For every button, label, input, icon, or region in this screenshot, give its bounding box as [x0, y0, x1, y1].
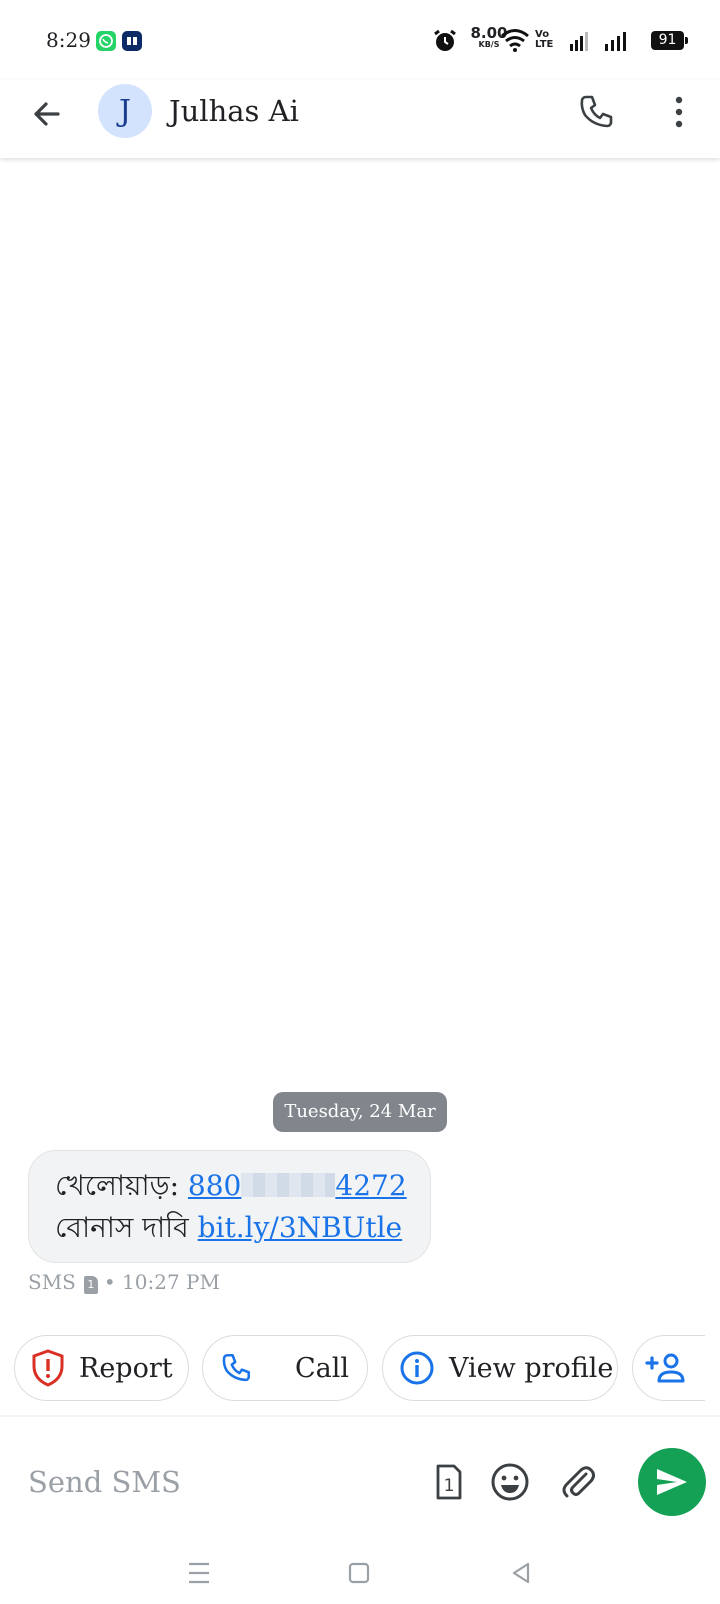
send-button[interactable] — [638, 1448, 706, 1516]
message-meta: SMS 1 • 10:27 PM — [28, 1270, 220, 1294]
message-line-2: বোনাস দাবি bit.ly/3NBUtle — [55, 1207, 404, 1249]
message-text-bonus: বোনাস দাবি — [55, 1211, 198, 1244]
call-label: Call — [295, 1352, 350, 1384]
sim-number: 1 — [444, 1476, 455, 1496]
message-line-1: খেলোয়াড়: 880 4272 — [55, 1165, 407, 1207]
add-person-icon — [645, 1353, 685, 1383]
sim-card-icon: 1 — [436, 1464, 462, 1500]
call-chip[interactable]: Call — [202, 1335, 368, 1401]
emoji-button[interactable] — [488, 1460, 532, 1504]
phone-icon — [222, 1353, 251, 1382]
alarm-icon — [434, 29, 456, 51]
emoji-icon — [491, 1463, 529, 1501]
message-time: 10:27 PM — [122, 1270, 220, 1294]
status-time: 8:29 — [46, 28, 91, 52]
message-type: SMS — [28, 1270, 76, 1294]
status-bar: 8:29 8.00 KB/S Vo LTE 91 — [0, 0, 720, 80]
conversation-header: J Julhas Ai — [0, 80, 720, 158]
signal-1-icon — [570, 32, 588, 51]
meta-separator: • — [103, 1270, 116, 1294]
info-icon — [400, 1351, 434, 1385]
contact-avatar[interactable]: J — [98, 84, 152, 138]
message-phone-link[interactable]: 880 4272 — [188, 1169, 407, 1202]
view-profile-chip[interactable]: View profile — [382, 1335, 618, 1401]
back-arrow-icon[interactable] — [28, 94, 68, 134]
compose-divider — [0, 1415, 720, 1417]
phone-suffix: 4272 — [335, 1169, 407, 1202]
recents-menu-icon[interactable] — [184, 1558, 214, 1588]
redacted-digits — [241, 1173, 336, 1197]
home-square-icon[interactable] — [344, 1558, 374, 1588]
message-url-link[interactable]: bit.ly/3NBUtle — [198, 1211, 403, 1244]
phone-prefix: 880 — [187, 1169, 242, 1202]
signal-2-icon — [605, 32, 626, 51]
battery-indicator: 91 — [651, 31, 688, 50]
back-triangle-icon[interactable] — [506, 1558, 536, 1588]
paperclip-icon — [562, 1466, 595, 1498]
message-input[interactable] — [28, 1460, 408, 1504]
sim-icon: 1 — [83, 1276, 98, 1294]
send-icon — [657, 1469, 687, 1495]
system-nav-bar — [0, 1540, 720, 1604]
phone-call-icon[interactable] — [576, 92, 616, 132]
wifi-icon — [501, 29, 529, 52]
suggestion-chips: Report Call View profile — [0, 1335, 705, 1405]
volte-icon: Vo LTE — [535, 29, 554, 50]
report-label: Report — [79, 1352, 173, 1384]
view-profile-label: View profile — [449, 1352, 614, 1384]
contact-name[interactable]: Julhas Ai — [169, 94, 299, 128]
more-options-icon[interactable] — [664, 92, 694, 132]
whatsapp-icon — [96, 31, 116, 51]
message-bubble[interactable]: খেলোয়াড়: 880 4272 বোনাস দাবি bit.ly/3NB… — [28, 1150, 431, 1263]
messenger-app-icon — [122, 31, 142, 51]
shield-alert-icon — [32, 1349, 64, 1387]
attach-button[interactable] — [556, 1460, 600, 1504]
date-divider: Tuesday, 24 Mar — [273, 1092, 447, 1132]
add-contact-chip[interactable] — [632, 1335, 705, 1401]
message-text-sender-label: খেলোয়াড়: — [55, 1169, 188, 1202]
sim-selector-button[interactable]: 1 — [426, 1460, 470, 1504]
report-chip[interactable]: Report — [14, 1335, 189, 1401]
